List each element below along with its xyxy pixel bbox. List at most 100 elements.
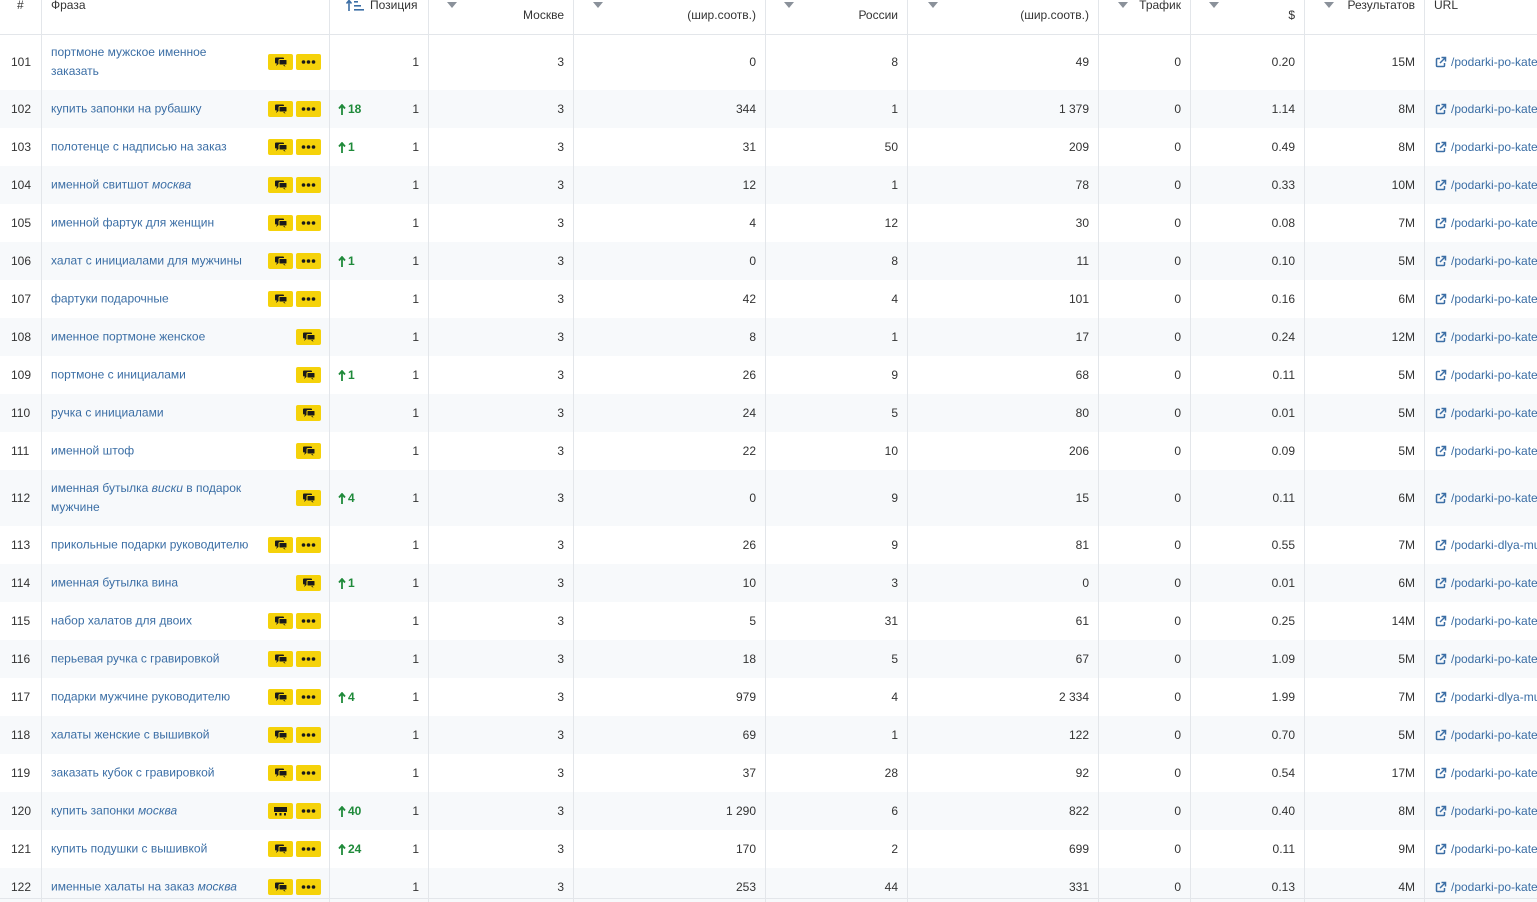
chat-bubbles-icon[interactable] bbox=[268, 537, 293, 553]
chat-bubbles-icon[interactable] bbox=[268, 841, 293, 857]
url-link[interactable]: /podarki-po-kate bbox=[1435, 444, 1537, 458]
url-link[interactable]: /podarki-po-kate bbox=[1435, 880, 1537, 894]
chat-bubbles-icon[interactable] bbox=[268, 177, 293, 193]
url-link[interactable]: /podarki-po-kate bbox=[1435, 804, 1537, 818]
url-link[interactable]: /podarki-po-kate bbox=[1435, 842, 1537, 856]
sort-ascending-icon[interactable] bbox=[346, 0, 364, 13]
more-dots-icon[interactable] bbox=[296, 879, 321, 895]
header-moscow[interactable]: Москве bbox=[429, 0, 574, 34]
url-link[interactable]: /podarki-po-kate bbox=[1435, 406, 1537, 420]
table-row[interactable]: 115 набор халатов для двоих 1 3 5 31 61 0 0.25 14… bbox=[0, 602, 1537, 640]
more-dots-icon[interactable] bbox=[296, 841, 321, 857]
table-row[interactable]: 101 портмоне мужское именное заказать 1 3 0 8 4… bbox=[0, 34, 1537, 90]
table-row[interactable]: 120 купить запонки москва 40 1 3 1 290 6 822 0 0.… bbox=[0, 792, 1537, 830]
table-row[interactable]: 113 прикольные подарки руководителю 1 3 26 9 8… bbox=[0, 526, 1537, 564]
url-link[interactable]: /podarki-po-kate bbox=[1435, 55, 1537, 69]
more-dots-icon[interactable] bbox=[296, 765, 321, 781]
phrase-link[interactable]: халат с инициалами для мужчины bbox=[51, 252, 256, 271]
more-dots-icon[interactable] bbox=[296, 651, 321, 667]
phrase-link[interactable]: портмоне с инициалами bbox=[51, 366, 256, 385]
filter-caret-icon[interactable] bbox=[1118, 2, 1128, 8]
more-dots-icon[interactable] bbox=[296, 803, 321, 819]
phrase-link[interactable]: портмоне мужское именное заказать bbox=[51, 43, 256, 81]
url-link[interactable]: /podarki-po-kate bbox=[1435, 102, 1537, 116]
filter-caret-icon[interactable] bbox=[593, 2, 603, 8]
phrase-link[interactable]: купить подушки с вышивкой bbox=[51, 840, 256, 859]
url-link[interactable]: /podarki-po-kate bbox=[1435, 140, 1537, 154]
more-dots-icon[interactable] bbox=[296, 727, 321, 743]
chat-bubbles-icon[interactable] bbox=[296, 575, 321, 591]
header-url[interactable]: URL bbox=[1425, 0, 1537, 34]
phrase-link[interactable]: набор халатов для двоих bbox=[51, 612, 256, 631]
phrase-link[interactable]: именной фартук для женщин bbox=[51, 214, 256, 233]
phrase-link[interactable]: купить запонки москва bbox=[51, 802, 256, 821]
url-link[interactable]: /podarki-po-kate bbox=[1435, 652, 1537, 666]
header-russia[interactable]: России bbox=[766, 0, 908, 34]
chat-bubbles-icon[interactable] bbox=[296, 367, 321, 383]
url-link[interactable]: /podarki-po-kate bbox=[1435, 254, 1537, 268]
image-strip-icon[interactable] bbox=[268, 803, 293, 819]
filter-caret-icon[interactable] bbox=[928, 2, 938, 8]
header-moscow-broad[interactable]: (шир.соотв.) bbox=[574, 0, 766, 34]
header-traffic[interactable]: Трафик bbox=[1099, 0, 1191, 34]
chat-bubbles-icon[interactable] bbox=[268, 765, 293, 781]
phrase-link[interactable]: именное портмоне женское bbox=[51, 328, 256, 347]
more-dots-icon[interactable] bbox=[296, 54, 321, 70]
phrase-link[interactable]: перьевая ручка с гравировкой bbox=[51, 650, 256, 669]
phrase-link[interactable]: халаты женские с вышивкой bbox=[51, 726, 256, 745]
more-dots-icon[interactable] bbox=[296, 139, 321, 155]
url-link[interactable]: /podarki-po-kate bbox=[1435, 178, 1537, 192]
chat-bubbles-icon[interactable] bbox=[268, 879, 293, 895]
url-link[interactable]: /podarki-po-kate bbox=[1435, 216, 1537, 230]
phrase-link[interactable]: ручка с инициалами bbox=[51, 404, 256, 423]
chat-bubbles-icon[interactable] bbox=[268, 101, 293, 117]
chat-bubbles-icon[interactable] bbox=[268, 651, 293, 667]
more-dots-icon[interactable] bbox=[296, 689, 321, 705]
filter-caret-icon[interactable] bbox=[447, 2, 457, 8]
table-row[interactable]: 121 купить подушки с вышивкой 24 1 3 170 2 699 0… bbox=[0, 830, 1537, 868]
more-dots-icon[interactable] bbox=[296, 215, 321, 231]
header-index[interactable]: # bbox=[0, 0, 42, 34]
chat-bubbles-icon[interactable] bbox=[268, 215, 293, 231]
table-row[interactable]: 116 перьевая ручка с гравировкой 1 3 18 5 67 0 1… bbox=[0, 640, 1537, 678]
url-link[interactable]: /podarki-dlya-mu bbox=[1435, 690, 1537, 704]
table-row[interactable]: 114 именная бутылка вина 1 1 3 10 3 0 0 0.01 6M/po… bbox=[0, 564, 1537, 602]
more-dots-icon[interactable] bbox=[296, 253, 321, 269]
table-row[interactable]: 102 купить запонки на рубашку 18 1 3 344 1 1 37… bbox=[0, 90, 1537, 128]
phrase-link[interactable]: подарки мужчине руководителю bbox=[51, 688, 256, 707]
chat-bubbles-icon[interactable] bbox=[296, 405, 321, 421]
more-dots-icon[interactable] bbox=[296, 613, 321, 629]
table-row[interactable]: 118 халаты женские с вышивкой 1 3 69 1 122 0 0.7… bbox=[0, 716, 1537, 754]
url-link[interactable]: /podarki-po-kate bbox=[1435, 292, 1537, 306]
phrase-link[interactable]: именной свитшот москва bbox=[51, 176, 256, 195]
phrase-link[interactable]: заказать кубок с гравировкой bbox=[51, 764, 256, 783]
header-cost[interactable]: $ bbox=[1191, 0, 1305, 34]
chat-bubbles-icon[interactable] bbox=[296, 490, 321, 506]
table-row[interactable]: 109 портмоне с инициалами 1 1 3 26 9 68 0 0.11 5M /… bbox=[0, 356, 1537, 394]
table-row[interactable]: 117 подарки мужчине руководителю 4 1 3 979 4 2 … bbox=[0, 678, 1537, 716]
table-row[interactable]: 122 именные халаты на заказ москва 1 3 253 44… bbox=[0, 868, 1537, 902]
table-row[interactable]: 103 полотенце с надписью на заказ 1 1 3 31 50 2… bbox=[0, 128, 1537, 166]
table-row[interactable]: 111 именной штоф 1 3 22 10 206 0 0.09 5M/podarki-… bbox=[0, 432, 1537, 470]
url-link[interactable]: /podarki-po-kate bbox=[1435, 368, 1537, 382]
table-row[interactable]: 106 халат с инициалами для мужчины 1 1 3 0 8 11… bbox=[0, 242, 1537, 280]
phrase-link[interactable]: фартуки подарочные bbox=[51, 290, 256, 309]
table-row[interactable]: 112 именная бутылка виски в подарок мужчин… bbox=[0, 470, 1537, 526]
header-phrase[interactable]: Фраза bbox=[42, 0, 330, 34]
chat-bubbles-icon[interactable] bbox=[268, 727, 293, 743]
chat-bubbles-icon[interactable] bbox=[296, 443, 321, 459]
filter-caret-icon[interactable] bbox=[1324, 2, 1334, 8]
phrase-link[interactable]: именные халаты на заказ москва bbox=[51, 878, 256, 897]
table-row[interactable]: 119 заказать кубок с гравировкой 1 3 37 28 92 0… bbox=[0, 754, 1537, 792]
phrase-link[interactable]: купить запонки на рубашку bbox=[51, 100, 256, 119]
phrase-link[interactable]: именная бутылка виски в подарок мужчине bbox=[51, 479, 256, 517]
chat-bubbles-icon[interactable] bbox=[268, 139, 293, 155]
filter-caret-icon[interactable] bbox=[1209, 2, 1219, 8]
chat-bubbles-icon[interactable] bbox=[268, 253, 293, 269]
url-link[interactable]: /podarki-dlya-mu bbox=[1435, 538, 1537, 552]
more-dots-icon[interactable] bbox=[296, 291, 321, 307]
phrase-link[interactable]: прикольные подарки руководителю bbox=[51, 536, 256, 555]
more-dots-icon[interactable] bbox=[296, 101, 321, 117]
chat-bubbles-icon[interactable] bbox=[296, 329, 321, 345]
header-russia-broad[interactable]: (шир.соотв.) bbox=[908, 0, 1099, 34]
